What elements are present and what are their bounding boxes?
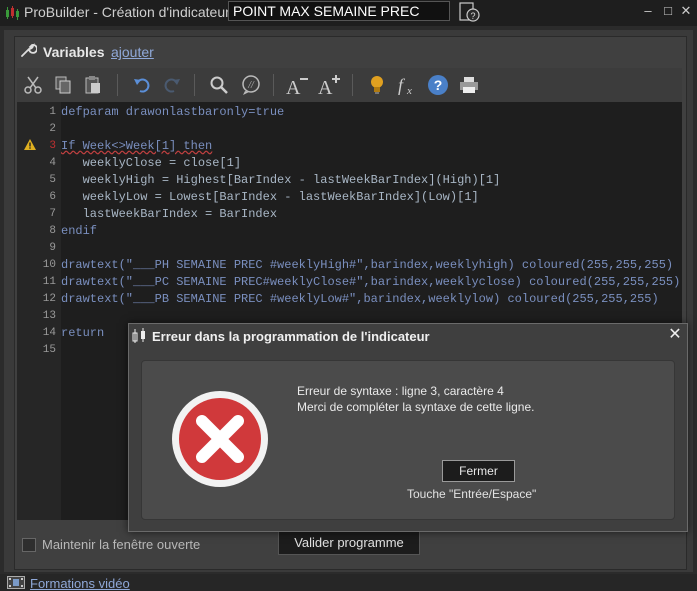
line-number: 6 — [49, 191, 56, 203]
toolbar-separator — [273, 74, 274, 96]
line-number: 8 — [49, 225, 56, 237]
code-line: endif — [61, 224, 98, 238]
line-number: 7 — [49, 208, 56, 220]
line-number: 10 — [42, 259, 56, 271]
line-number: 11 — [42, 276, 56, 288]
line-number: 5 — [49, 174, 56, 186]
validate-program-button[interactable]: Valider programme — [278, 531, 420, 555]
app-candlestick-icon — [6, 6, 19, 20]
dialog-title: Erreur dans la programmation de l'indica… — [152, 329, 430, 344]
variables-label: Variables — [43, 44, 105, 60]
scissors-icon[interactable] — [20, 72, 46, 98]
code-line: weeklyHigh = Highest[BarIndex - lastWeek… — [61, 173, 501, 187]
error-x-icon — [172, 391, 268, 487]
code-line: If Week<>Week[1] then — [61, 139, 213, 153]
keep-open-label: Maintenir la fenêtre ouverte — [42, 537, 201, 552]
svg-text:x: x — [406, 85, 412, 96]
code-line: drawtext("___PH SEMAINE PREC #weeklyHigh… — [61, 258, 674, 272]
toolbar-separator — [194, 74, 195, 96]
keep-open-option[interactable]: Maintenir la fenêtre ouverte — [22, 537, 200, 552]
code-line: lastWeekBarIndex = BarIndex — [61, 207, 278, 221]
code-line: return — [61, 326, 105, 340]
minimize-button[interactable]: – — [640, 3, 656, 19]
toolbar-separator — [117, 74, 118, 96]
video-training-link[interactable]: Formations vidéo — [30, 576, 130, 591]
svg-text:?: ? — [434, 77, 443, 93]
help-document-icon[interactable]: ? — [458, 2, 482, 23]
line-number: 12 — [42, 293, 56, 305]
undo-icon[interactable] — [129, 72, 155, 98]
code-line: defparam drawonlastbaronly=true — [61, 105, 285, 119]
paste-icon[interactable] — [80, 72, 106, 98]
print-icon[interactable] — [456, 72, 482, 98]
svg-text:A: A — [286, 77, 301, 96]
svg-text:A: A — [318, 77, 333, 96]
warning-icon — [24, 139, 36, 150]
error-message-line2: Merci de compléter la syntaxe de cette l… — [297, 400, 535, 414]
close-window-button[interactable]: ✕ — [678, 3, 694, 19]
function-icon[interactable]: fx — [394, 72, 420, 98]
keyboard-hint: Touche "Entrée/Espace" — [407, 487, 537, 501]
code-line: drawtext("___PB SEMAINE PREC #weeklyLow#… — [61, 292, 659, 306]
font-increase-icon[interactable]: A — [316, 72, 342, 98]
line-number: 9 — [49, 242, 56, 254]
add-variable-link[interactable]: ajouter — [111, 44, 154, 60]
line-number: 4 — [49, 157, 56, 169]
line-number: 13 — [42, 310, 56, 322]
font-decrease-icon[interactable]: A — [284, 72, 310, 98]
svg-text:?: ? — [470, 11, 475, 21]
comment-icon[interactable]: // — [238, 72, 264, 98]
video-icon — [7, 576, 25, 589]
copy-icon[interactable] — [50, 72, 76, 98]
line-number: 2 — [49, 123, 56, 135]
code-line: drawtext("___PC SEMAINE PREC#weeklyClose… — [61, 275, 681, 289]
code-line: weeklyClose = close[1] — [61, 156, 242, 170]
dialog-candlestick-icon — [132, 328, 145, 343]
window-title: ProBuilder - Création d'indicateur — [24, 4, 230, 20]
help-icon[interactable]: ? — [425, 72, 451, 98]
line-number: 15 — [42, 344, 56, 356]
svg-text://: // — [247, 80, 255, 91]
line-number: 3 — [49, 140, 56, 152]
keep-open-checkbox[interactable] — [22, 537, 36, 552]
search-icon[interactable] — [206, 72, 232, 98]
dialog-close-button[interactable]: ✕ — [667, 327, 683, 343]
line-number: 14 — [42, 327, 56, 339]
wrench-icon — [21, 43, 37, 57]
redo-icon[interactable] — [159, 72, 185, 98]
code-line: weeklyLow = Lowest[BarIndex - lastWeekBa… — [61, 190, 479, 204]
indicator-name-input[interactable] — [228, 1, 450, 21]
line-number: 1 — [49, 106, 56, 118]
dialog-ok-button[interactable]: Fermer — [442, 460, 515, 482]
svg-text:f: f — [398, 75, 406, 95]
lightbulb-icon[interactable] — [364, 72, 390, 98]
error-message-line1: Erreur de syntaxe : ligne 3, caractère 4 — [297, 384, 504, 398]
restore-button[interactable]: □ — [660, 3, 676, 19]
toolbar-separator — [352, 74, 353, 96]
